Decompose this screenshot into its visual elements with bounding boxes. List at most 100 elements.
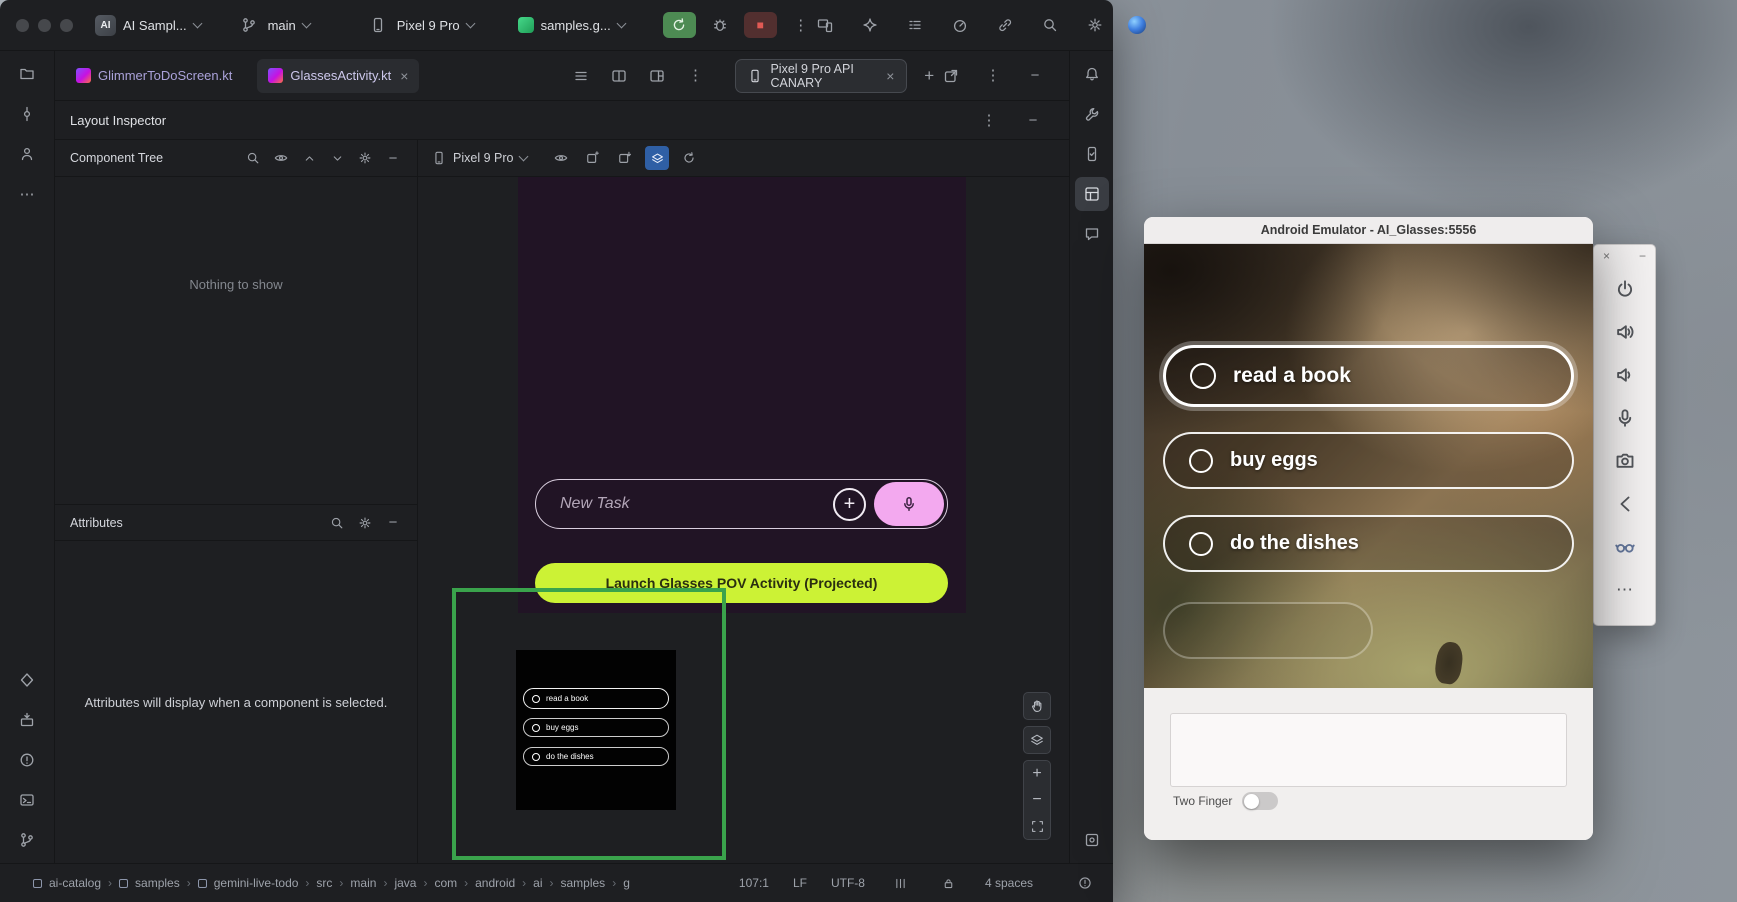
close-device-tab-icon[interactable]: × — [886, 68, 894, 84]
view-options-icon[interactable] — [549, 146, 573, 170]
notifications-icon[interactable] — [1075, 57, 1109, 91]
dependencies-tool-icon[interactable] — [10, 663, 44, 697]
close-tab-icon[interactable]: × — [400, 68, 408, 84]
toolbar-close-icon[interactable]: × — [1603, 249, 1610, 263]
tab-glimmer-todo-screen[interactable]: GlimmerToDoScreen.kt — [65, 59, 243, 93]
breadcrumb-item[interactable]: ai-catalog — [49, 876, 101, 890]
breadcrumb-item[interactable]: com — [434, 876, 457, 890]
cursor-position[interactable]: 107:1 — [739, 876, 769, 890]
more-controls-icon[interactable]: ⋯ — [1594, 568, 1655, 611]
emulator-screen[interactable]: read a book buy eggs do the dishes — [1144, 244, 1593, 688]
line-separator[interactable]: LF — [793, 876, 807, 890]
run-config-selector[interactable]: samples.g... — [518, 17, 625, 33]
profiler-icon[interactable] — [948, 13, 972, 37]
layer-mode-icon[interactable] — [1023, 726, 1051, 754]
zoom-out-button[interactable]: − — [1024, 787, 1050, 813]
add-task-button[interactable]: + — [833, 488, 866, 521]
structure-tool-icon[interactable] — [10, 137, 44, 171]
live-updates-toggle-icon[interactable] — [645, 146, 669, 170]
layout-inspector-tool-icon[interactable] — [1075, 177, 1109, 211]
back-button[interactable] — [1594, 482, 1655, 525]
breadcrumb-item[interactable]: gemini-live-todo — [214, 876, 299, 890]
editor-more-icon[interactable]: ⋮ — [683, 64, 707, 88]
project-tool-icon[interactable] — [10, 57, 44, 91]
lock-icon[interactable] — [937, 871, 961, 895]
zoom-in-button[interactable]: + — [1024, 761, 1050, 787]
column-selection-icon[interactable] — [889, 871, 913, 895]
file-encoding[interactable]: UTF-8 — [831, 876, 865, 890]
mirrored-app-screen[interactable]: New Task + Launch Glasses POV Activity (… — [518, 177, 966, 613]
attributes-settings-icon[interactable] — [353, 511, 377, 535]
preview-layout-icon[interactable] — [645, 64, 669, 88]
microphone-button[interactable] — [1594, 396, 1655, 439]
glasses-button[interactable] — [1594, 525, 1655, 568]
debug-button[interactable] — [708, 13, 732, 37]
services-tool-icon[interactable] — [10, 703, 44, 737]
breadcrumb-item[interactable]: samples — [135, 876, 180, 890]
tree-settings-icon[interactable] — [353, 146, 377, 170]
preview-device-selector[interactable]: Pixel 9 Pro — [432, 151, 527, 165]
breadcrumb-item[interactable]: ai — [533, 876, 542, 890]
version-control-tool-icon[interactable] — [10, 823, 44, 857]
refresh-icon[interactable] — [677, 146, 701, 170]
visibility-icon[interactable] — [269, 146, 293, 170]
checkbox-circle-icon[interactable] — [1189, 532, 1213, 556]
indent-setting[interactable]: 4 spaces — [985, 876, 1033, 890]
open-in-window-icon[interactable] — [939, 64, 963, 88]
breadcrumb-item[interactable]: samples — [561, 876, 606, 890]
new-task-input[interactable]: New Task + — [535, 479, 948, 529]
breadcrumb-item[interactable]: android — [475, 876, 515, 890]
more-tool-windows-icon[interactable]: ⋯ — [10, 177, 44, 211]
toolbar-minimize-icon[interactable]: − — [1639, 249, 1646, 263]
device-selector[interactable]: Pixel 9 Pro — [366, 13, 474, 37]
hide-panel-icon[interactable]: − — [1023, 64, 1047, 88]
search-icon[interactable] — [325, 511, 349, 535]
breadcrumb-item[interactable]: src — [316, 876, 332, 890]
two-finger-toggle[interactable] — [1242, 792, 1278, 810]
stop-button[interactable]: ■ — [744, 12, 777, 38]
preview-canvas[interactable]: New Task + Launch Glasses POV Activity (… — [418, 177, 1069, 863]
take-snapshot-icon[interactable] — [581, 146, 605, 170]
volume-down-button[interactable] — [1594, 353, 1655, 396]
todo-item-buy-eggs[interactable]: buy eggs — [1163, 432, 1574, 489]
breadcrumb-item[interactable]: g — [623, 876, 630, 890]
gemini-icon[interactable] — [858, 13, 882, 37]
ai-chat-icon[interactable] — [1075, 217, 1109, 251]
camera-button[interactable] — [1594, 439, 1655, 482]
profile-icon[interactable] — [1128, 16, 1146, 34]
zoom-to-fit-button[interactable] — [1024, 813, 1050, 839]
hide-tree-icon[interactable]: − — [381, 146, 405, 170]
expand-all-icon[interactable] — [297, 146, 321, 170]
inspections-widget-icon[interactable] — [1073, 871, 1097, 895]
project-selector[interactable]: AI AI Sampl... — [95, 15, 201, 36]
build-tool-icon[interactable] — [1075, 97, 1109, 131]
voice-input-button[interactable] — [874, 482, 944, 526]
panel-options-icon[interactable]: ⋮ — [981, 64, 1005, 88]
inspector-hide-icon[interactable]: − — [1021, 108, 1045, 132]
commit-tool-icon[interactable] — [10, 97, 44, 131]
checkbox-circle-icon[interactable] — [1189, 449, 1213, 473]
minimize-window-button[interactable] — [38, 19, 51, 32]
problems-tool-icon[interactable] — [10, 743, 44, 777]
more-run-options-icon[interactable]: ⋮ — [789, 13, 813, 37]
tab-glasses-activity[interactable]: GlassesActivity.kt × — [257, 59, 419, 93]
branch-selector[interactable]: main — [237, 13, 310, 37]
todo-item-do-the-dishes[interactable]: do the dishes — [1163, 515, 1574, 572]
todo-list-icon[interactable] — [903, 13, 927, 37]
pan-tool-icon[interactable] — [1023, 692, 1051, 720]
settings-icon[interactable] — [1083, 13, 1107, 37]
link-icon[interactable] — [993, 13, 1017, 37]
emulator-window-title[interactable]: Android Emulator - AI_Glasses:5556 — [1144, 217, 1593, 244]
split-editor-icon[interactable] — [607, 64, 631, 88]
rerun-button[interactable] — [663, 12, 696, 38]
touch-pad-area[interactable] — [1170, 713, 1567, 787]
device-manager-icon[interactable] — [1075, 137, 1109, 171]
volume-up-button[interactable] — [1594, 310, 1655, 353]
terminal-tool-icon[interactable] — [10, 783, 44, 817]
add-device-tab-icon[interactable]: + — [919, 64, 939, 88]
search-icon[interactable] — [241, 146, 265, 170]
running-devices-tool-icon[interactable] — [1075, 823, 1109, 857]
inspector-options-icon[interactable]: ⋮ — [977, 108, 1001, 132]
breadcrumb-item[interactable]: main — [350, 876, 376, 890]
hide-attributes-icon[interactable]: − — [381, 511, 405, 535]
